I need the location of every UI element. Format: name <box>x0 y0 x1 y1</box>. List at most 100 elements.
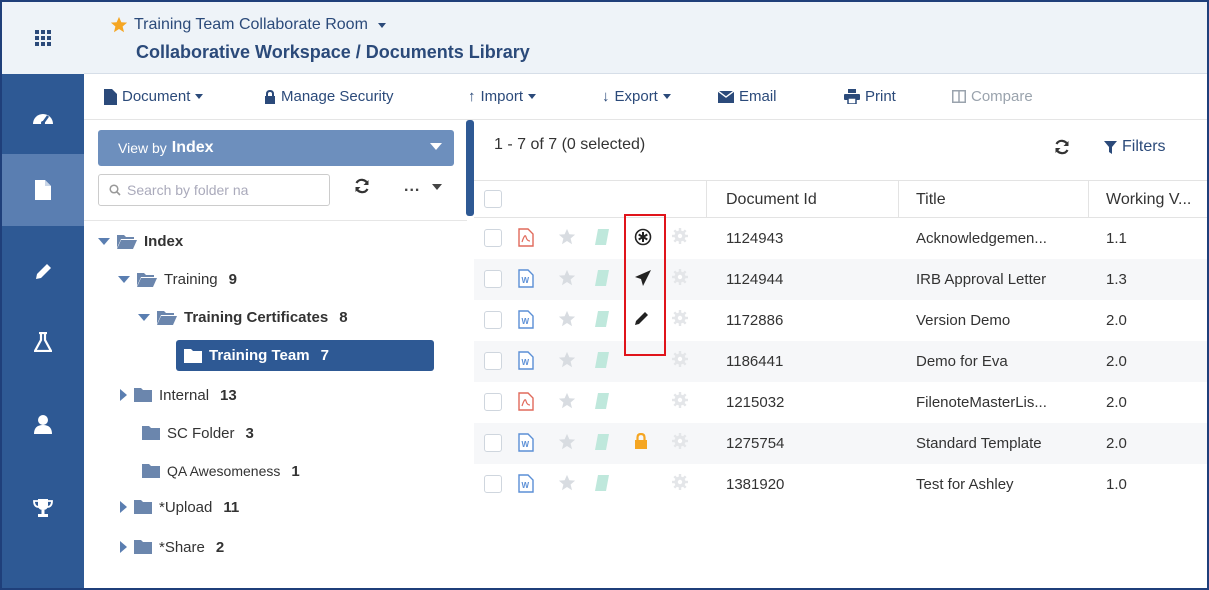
title-cell[interactable]: Demo for Eva <box>916 353 1008 370</box>
note-icon[interactable] <box>594 392 610 410</box>
nav-dashboard[interactable] <box>2 82 84 154</box>
columns-icon <box>952 90 966 103</box>
tree-node-training[interactable]: Training 9 <box>118 266 237 292</box>
tree-node-label: Training Certificates <box>184 308 329 326</box>
tree-node-internal[interactable]: Internal 13 <box>120 382 237 408</box>
star-icon[interactable] <box>558 228 576 246</box>
select-all-checkbox[interactable] <box>484 190 502 208</box>
table-row[interactable]: W 1172886 Version Demo 2.0 <box>474 300 1207 341</box>
apps-launcher[interactable] <box>2 2 84 74</box>
gear-icon[interactable] <box>672 228 688 244</box>
view-by-selector[interactable]: View by Index <box>98 130 454 166</box>
title-cell[interactable]: Version Demo <box>916 312 1010 329</box>
note-icon[interactable] <box>594 310 610 328</box>
expand-toggle-icon[interactable] <box>138 313 150 321</box>
nav-users[interactable] <box>2 388 84 460</box>
manage-security-button[interactable]: Manage Security <box>264 88 394 105</box>
star-icon[interactable] <box>558 474 576 492</box>
star-icon[interactable] <box>558 269 576 287</box>
expand-toggle-icon[interactable] <box>98 237 110 245</box>
note-icon[interactable] <box>594 228 610 246</box>
row-checkbox[interactable] <box>484 434 502 452</box>
row-checkbox[interactable] <box>484 311 502 329</box>
folder-open-icon <box>137 272 157 287</box>
tree-node-index[interactable]: Index <box>98 228 183 254</box>
table-row[interactable]: W 1275754 Standard Template 2.0 <box>474 423 1207 464</box>
gear-icon[interactable] <box>672 269 688 285</box>
more-options-button[interactable]: ... <box>404 178 442 196</box>
expand-toggle-icon[interactable] <box>120 541 127 553</box>
document-menu-label: Document <box>122 88 191 105</box>
filters-label: Filters <box>1122 138 1166 155</box>
column-header-document-id[interactable]: Document Id <box>726 191 817 209</box>
export-menu-button[interactable]: ↓ Export <box>602 88 671 105</box>
star-icon[interactable] <box>558 433 576 451</box>
nav-lab[interactable] <box>2 306 84 378</box>
expand-toggle-icon[interactable] <box>120 501 127 513</box>
row-checkbox[interactable] <box>484 393 502 411</box>
tree-node-label: Training Team <box>209 347 310 364</box>
star-icon[interactable] <box>558 392 576 410</box>
table-row[interactable]: 1215032 FilenoteMasterLis... 2.0 <box>474 382 1207 423</box>
title-cell[interactable]: Test for Ashley <box>916 476 1014 493</box>
gear-icon[interactable] <box>672 433 688 449</box>
tree-node-sc-folder[interactable]: SC Folder 3 <box>142 420 254 446</box>
note-icon[interactable] <box>594 269 610 287</box>
tree-node-upload[interactable]: *Upload 11 <box>120 494 239 520</box>
nav-documents[interactable] <box>2 154 84 226</box>
tree-node-training-certificates[interactable]: Training Certificates 8 <box>138 304 348 330</box>
document-id-cell: 1124943 <box>726 230 784 247</box>
import-menu-button[interactable]: ↑ Import <box>468 88 537 105</box>
folder-panel: View by Index ... Index Training <box>84 120 467 588</box>
expand-toggle-icon[interactable] <box>118 275 130 283</box>
nav-edit[interactable] <box>2 236 84 308</box>
star-icon[interactable] <box>558 351 576 369</box>
gear-icon[interactable] <box>672 474 688 490</box>
table-row[interactable]: W 1124944 IRB Approval Letter 1.3 <box>474 259 1207 300</box>
compare-button[interactable]: Compare <box>952 88 1033 105</box>
title-cell[interactable]: Acknowledgemen... <box>916 230 1047 247</box>
word-file-icon: W <box>518 351 534 370</box>
row-checkbox[interactable] <box>484 229 502 247</box>
folder-search-input[interactable] <box>127 182 317 198</box>
tree-node-qa-awesomeness[interactable]: QA Awesomeness 1 <box>142 458 300 484</box>
title-cell[interactable]: Standard Template <box>916 435 1042 452</box>
gear-icon[interactable] <box>672 310 688 326</box>
row-checkbox[interactable] <box>484 270 502 288</box>
row-checkbox[interactable] <box>484 352 502 370</box>
expand-toggle-icon[interactable] <box>120 389 127 401</box>
document-id-cell: 1124944 <box>726 271 784 288</box>
gear-icon[interactable] <box>672 392 688 408</box>
email-button[interactable]: Email <box>718 88 777 105</box>
room-selector[interactable]: Training Team Collaborate Room <box>110 16 386 34</box>
lock-icon[interactable] <box>634 432 648 449</box>
refresh-icon[interactable] <box>1054 139 1070 155</box>
table-row[interactable]: W 1186441 Demo for Eva 2.0 <box>474 341 1207 382</box>
note-icon[interactable] <box>594 474 610 492</box>
tree-node-share[interactable]: *Share 2 <box>120 534 224 560</box>
title-cell[interactable]: FilenoteMasterLis... <box>916 394 1047 411</box>
refresh-icon[interactable] <box>354 178 370 194</box>
tree-node-label: *Upload <box>159 498 213 516</box>
row-checkbox[interactable] <box>484 475 502 493</box>
gear-icon[interactable] <box>672 351 688 367</box>
highlight-box <box>624 214 666 356</box>
tree-node-count: 8 <box>339 308 348 326</box>
tree-node-training-team[interactable]: Training Team 7 <box>176 340 434 371</box>
word-file-icon: W <box>518 433 534 452</box>
nav-awards[interactable] <box>2 472 84 544</box>
note-icon[interactable] <box>594 351 610 369</box>
breadcrumb: Collaborative Workspace / Documents Libr… <box>136 42 530 62</box>
panel-splitter[interactable] <box>466 120 474 216</box>
column-header-title[interactable]: Title <box>916 191 946 209</box>
import-label: Import <box>480 88 524 105</box>
title-cell[interactable]: IRB Approval Letter <box>916 271 1046 288</box>
document-menu-button[interactable]: Document <box>104 88 204 105</box>
column-header-working-version[interactable]: Working V... <box>1106 191 1191 209</box>
table-row[interactable]: 1124943 Acknowledgemen... 1.1 <box>474 218 1207 259</box>
filters-button[interactable]: Filters <box>1104 138 1166 156</box>
star-icon[interactable] <box>558 310 576 328</box>
note-icon[interactable] <box>594 433 610 451</box>
table-row[interactable]: W 1381920 Test for Ashley 1.0 <box>474 464 1207 505</box>
print-button[interactable]: Print <box>844 88 896 105</box>
